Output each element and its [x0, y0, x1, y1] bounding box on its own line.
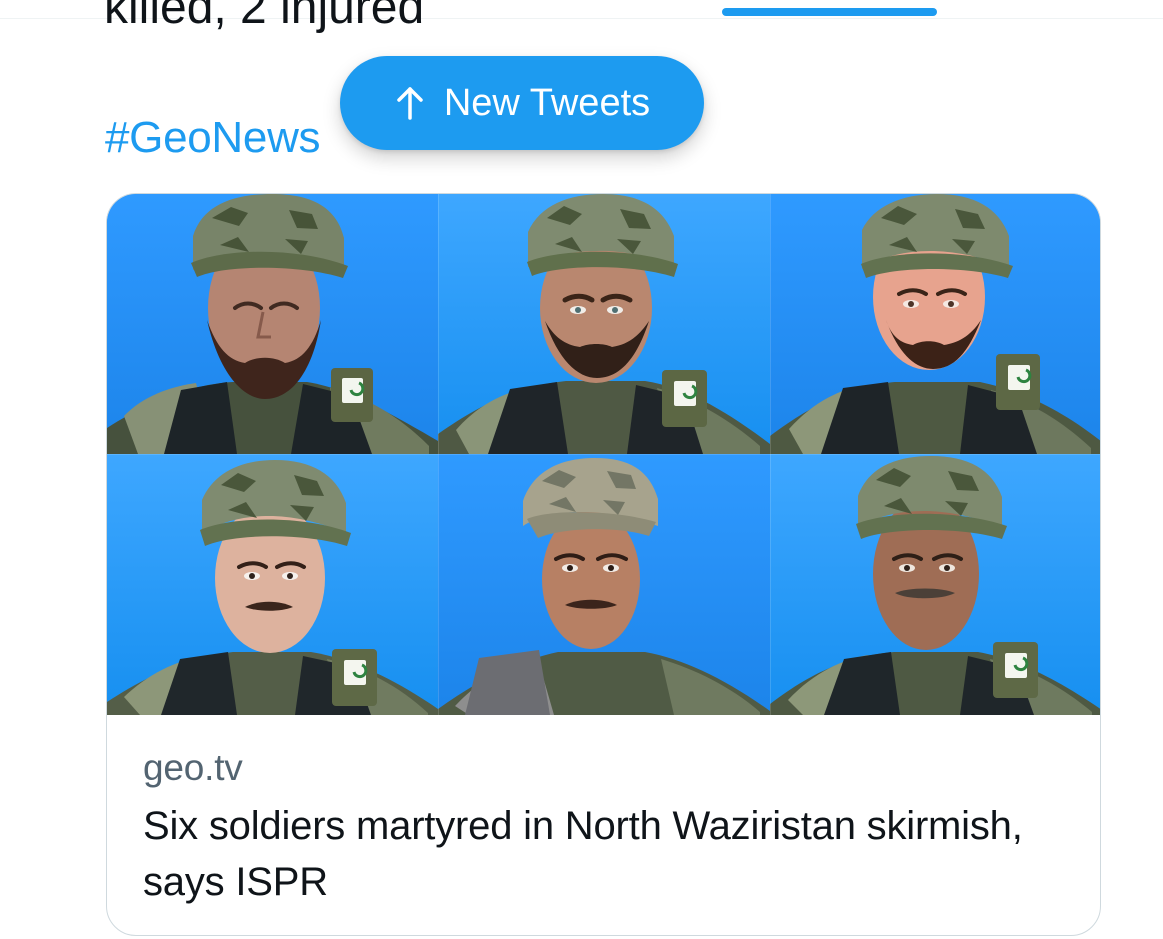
soldier-photo-4 — [107, 454, 438, 715]
soldier-photo-1 — [107, 194, 438, 454]
soldier-photo-3 — [770, 194, 1100, 454]
link-headline: Six soldiers martyred in North Wazirista… — [143, 804, 1023, 904]
soldier-photo-5 — [438, 454, 770, 715]
link-domain: geo.tv — [143, 747, 243, 788]
new-tweets-label: New Tweets — [443, 82, 651, 124]
tweet-viewport: killed, 2 injured #GeoNews New Tweets ge… — [0, 0, 1163, 939]
arrow-up-icon — [394, 82, 426, 124]
soldier-photo-6 — [770, 454, 1100, 715]
geonews-hashtag-link[interactable]: #GeoNews — [105, 112, 321, 164]
link-preview-card[interactable]: geo.tv Six soldiers martyred in North Wa… — [106, 193, 1101, 936]
soldiers-photo-collage[interactable] — [107, 194, 1100, 715]
soldier-photo-2 — [438, 194, 770, 454]
new-tweets-button[interactable]: New Tweets — [340, 56, 704, 150]
link-card-text: geo.tv Six soldiers martyred in North Wa… — [143, 746, 1073, 910]
tweet-text-previous-line: killed, 2 injured — [104, 0, 425, 34]
active-tab-indicator — [722, 8, 937, 16]
